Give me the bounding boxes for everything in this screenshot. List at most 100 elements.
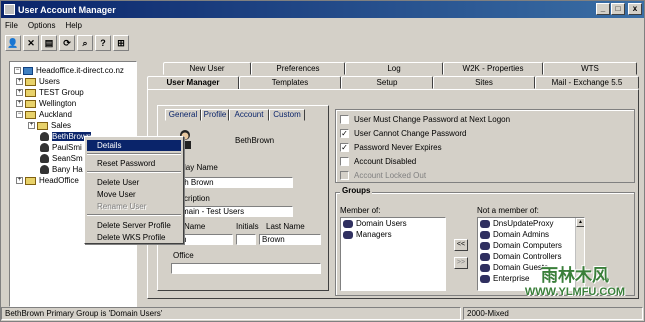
tab-user-manager[interactable]: User Manager [147,76,239,90]
network-icon[interactable]: ⊞ [113,35,129,51]
member-of-list[interactable]: Domain Users Managers [340,217,446,291]
tree-item-user[interactable]: SeanSm [40,153,83,164]
user-icon[interactable]: 👤 [5,35,21,51]
add-to-group-button[interactable]: << [454,239,468,251]
checkbox-box [340,171,349,180]
tree-label: SeanSm [52,154,83,163]
list-item-label: DnsUpdateProxy [493,219,554,228]
menu-item-delete-server-profile[interactable]: Delete Server Profile [87,220,181,231]
tree-label: Users [39,77,60,86]
expand-icon[interactable]: + [16,177,23,184]
tab-templates[interactable]: Templates [239,76,341,89]
window-title: User Account Manager [18,4,116,15]
find-icon[interactable]: ⌕ [77,35,93,51]
folder-icon [37,121,48,130]
tree-item-auckland[interactable]: − Auckland [16,109,72,120]
initials-label: Initials [236,222,259,231]
remove-from-group-button[interactable]: >> [454,257,468,269]
tab-new-user[interactable]: New User [163,62,251,75]
status-bar: BethBrown Primary Group is 'Domain Users… [1,307,644,321]
tree-label: Bany Ha [52,165,83,174]
tab-mail-exchange[interactable]: Mail - Exchange 5.5 [535,76,639,89]
scroll-up-icon[interactable]: ▲ [576,218,584,227]
tree-item-users[interactable]: + Users [16,76,60,87]
user-icon [40,154,49,163]
tab-profile[interactable]: Profile [201,109,229,121]
list-item[interactable]: DnsUpdateProxy [478,218,584,229]
tab-log[interactable]: Log [345,62,443,75]
tree-item-sales[interactable]: + Sales [28,120,71,131]
user-icon [40,143,49,152]
collapse-icon[interactable]: − [16,111,23,118]
maximize-button[interactable]: □ [611,3,625,15]
delete-icon[interactable]: ✕ [23,35,39,51]
list-item[interactable]: Domain Admins [478,229,584,240]
initials-field[interactable] [236,234,256,245]
status-text: BethBrown Primary Group is 'Domain Users… [1,307,461,320]
list-item[interactable]: Domain Computers [478,240,584,251]
list-item-label: Domain Users [356,219,407,228]
office-field[interactable] [171,263,321,274]
password-never-expires-checkbox[interactable]: ✓ Password Never Expires [340,143,442,152]
minimize-button[interactable]: _ [596,3,610,15]
list-item[interactable]: Managers [341,229,445,240]
tree-item-user[interactable]: Bany Ha [40,164,83,175]
status-mode: 2000-Mixed [463,307,643,320]
menu-item-delete-wks-profile[interactable]: Delete WKS Profile [87,232,181,243]
folder-icon [25,176,36,185]
menu-separator [87,214,181,216]
display-name-field[interactable]: th Brown [179,177,293,188]
tree-item-wellington[interactable]: + Wellington [16,98,76,109]
tab-general[interactable]: General [165,109,201,121]
first-name-label: Name [184,222,206,231]
refresh-icon[interactable]: ⟳ [59,35,75,51]
copy-icon[interactable]: ▤ [41,35,57,51]
tab-w2k-properties[interactable]: W2K - Properties [443,62,543,75]
app-window: User Account Manager _ □ x File Options … [0,0,645,322]
tree-item-user[interactable]: PaulSmi [40,142,82,153]
help-icon[interactable]: ? [95,35,111,51]
tree-item-headoffice[interactable]: + HeadOffice [16,175,79,186]
account-disabled-checkbox[interactable]: Account Disabled [340,157,416,166]
tree-label: HeadOffice [39,176,79,185]
menu-separator [87,171,181,173]
watermark-text: 雨林木风 [541,266,609,285]
group-icon [480,241,490,250]
close-button[interactable]: x [628,3,642,15]
list-item-label: Domain Computers [493,241,562,250]
tab-preferences[interactable]: Preferences [251,62,345,75]
expand-icon[interactable]: + [28,122,35,129]
cannot-change-password-checkbox[interactable]: ✓ User Cannot Change Password [340,129,467,138]
group-icon [480,252,490,261]
menu-item-details[interactable]: Details [87,140,181,151]
expand-icon[interactable]: + [16,89,23,96]
last-name-field[interactable]: Brown [259,234,321,245]
not-member-of-label: Not a member of: [477,206,539,215]
group-icon [480,219,490,228]
tree-label: Auckland [39,110,72,119]
description-field[interactable]: main - Test Users [179,206,293,217]
member-of-label: Member of: [340,206,381,215]
menu-item-delete-user[interactable]: Delete User [87,177,181,188]
collapse-icon[interactable]: − [14,67,21,74]
menu-item-move-user[interactable]: Move User [87,189,181,200]
tab-sites[interactable]: Sites [433,76,535,89]
expand-icon[interactable]: + [16,100,23,107]
tree-item-test-group[interactable]: + TEST Group [16,87,84,98]
watermark-url: WWW.YLMFU.COM [524,286,626,298]
list-item[interactable]: Domain Users [341,218,445,229]
tab-account[interactable]: Account [229,109,269,121]
tab-wts[interactable]: WTS [543,62,637,75]
menu-file[interactable]: File [5,21,18,30]
must-change-password-checkbox[interactable]: User Must Change Password at Next Logon [340,115,510,124]
menu-help[interactable]: Help [65,21,81,30]
folder-icon [25,110,36,119]
menu-options[interactable]: Options [28,21,56,30]
first-name-field[interactable]: h [179,234,233,245]
menu-item-reset-password[interactable]: Reset Password [87,158,181,169]
tree-root[interactable]: − Headoffice.it-direct.co.nz [14,65,124,76]
folder-icon [25,77,36,86]
tab-custom[interactable]: Custom [269,109,305,121]
expand-icon[interactable]: + [16,78,23,85]
tab-setup[interactable]: Setup [341,76,433,89]
